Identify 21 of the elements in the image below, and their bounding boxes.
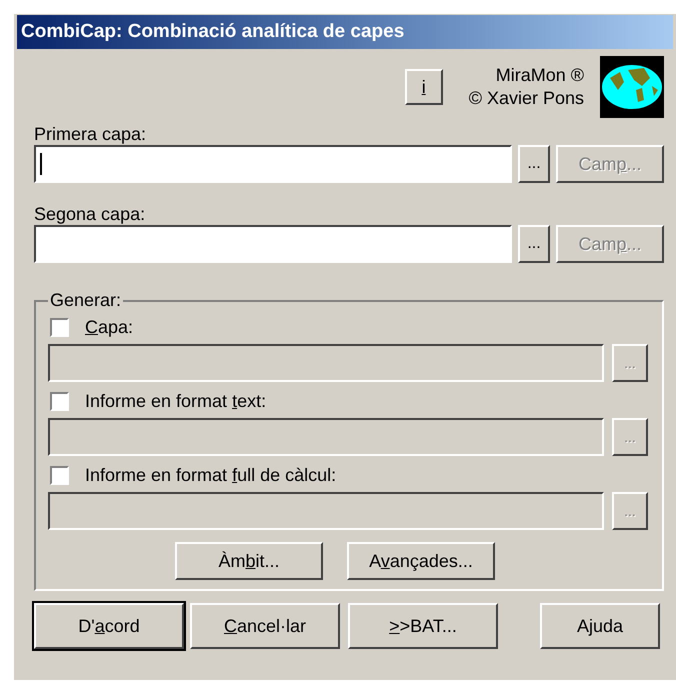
field-label: Segona capa: [34, 203, 146, 225]
browse-button[interactable]: ... [518, 225, 550, 263]
window-title: CombiCap: Combinació analítica de capes [21, 20, 404, 44]
option-button[interactable]: Àmbit... [175, 542, 323, 580]
option-button[interactable]: Avançades... [347, 542, 495, 580]
credit-text: MiraMon ® [496, 64, 584, 87]
dialog-button[interactable]: >>BAT... [348, 603, 498, 649]
globe-icon [600, 56, 664, 118]
credit-text: © Xavier Pons [468, 87, 584, 110]
dialog-button[interactable]: Cancel·lar [190, 603, 340, 649]
group-title: Generar: [49, 289, 122, 312]
dialog-button[interactable]: D'acord [34, 603, 184, 649]
layer-input-field[interactable] [34, 225, 512, 263]
browse-button[interactable]: ... [518, 145, 550, 183]
checkbox-label: Informe en format text: [85, 390, 266, 412]
dialog-button[interactable]: Ajuda [540, 603, 660, 649]
field-label: Primera capa: [34, 123, 148, 145]
layer-input-field[interactable] [34, 145, 512, 183]
checkbox-label: Capa: [85, 316, 134, 339]
checkbox-label: Informe en format full de càlcul: [85, 464, 336, 486]
info-button[interactable]: i [404, 69, 443, 105]
